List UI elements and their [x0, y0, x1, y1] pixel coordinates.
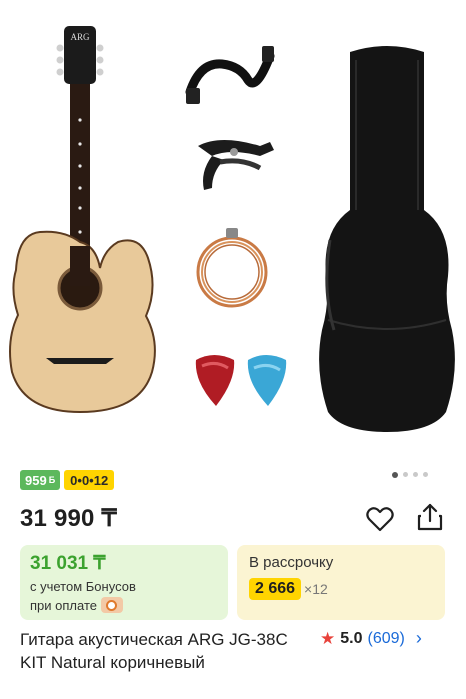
bonus-icon: Б	[48, 475, 56, 485]
gallery-dot[interactable]	[423, 472, 428, 477]
installment-months: ×12	[304, 581, 328, 597]
strings-image	[196, 228, 268, 308]
gallery-dot[interactable]	[403, 472, 408, 477]
product-title: Гитара акустическая ARG JG-38C KIT Natur…	[20, 630, 288, 672]
gallery-dot[interactable]	[413, 472, 418, 477]
bonus-badge-amount: 959	[25, 472, 47, 488]
product-price: 31 990 ₸	[20, 505, 117, 532]
kaspi-icon	[100, 597, 123, 613]
installment-monthly: 2 666	[249, 578, 302, 600]
bonus-price-card[interactable]: 31 031 ₸ с учетом Бонусов при оплате	[20, 545, 228, 620]
promo-badges: 959 Б 0•0•12	[20, 470, 115, 490]
heart-icon[interactable]	[366, 506, 394, 532]
bonus-price-note: с учетом Бонусов	[30, 579, 136, 594]
strap-image	[185, 46, 275, 104]
picks-image	[195, 355, 287, 406]
bonus-price-amount: 31 031 ₸	[30, 553, 106, 574]
installment-title: В рассрочку	[249, 554, 334, 571]
capo-image	[198, 140, 274, 190]
rating-score: 5.0	[340, 629, 363, 647]
guitar-image: ARG	[9, 26, 156, 414]
installment-row: 2 666 ×12	[249, 578, 433, 600]
gig-bag-image	[319, 46, 455, 432]
gallery-dot-active[interactable]	[392, 471, 398, 478]
guitar-logo: ARG	[70, 32, 90, 42]
gallery-pagination[interactable]	[392, 471, 428, 478]
rating-link[interactable]: ★ 5.0 (609) ›	[320, 628, 422, 649]
product-image-gallery[interactable]: ARG	[0, 0, 466, 462]
chevron-right-icon[interactable]: ›	[416, 628, 422, 649]
star-icon: ★	[320, 628, 336, 648]
review-count[interactable]: (609)	[368, 630, 405, 648]
bonus-payment-label: при оплате	[30, 597, 97, 613]
installment-card[interactable]: В рассрочку 2 666 ×12	[237, 545, 445, 620]
bonus-badge: 959 Б	[20, 470, 61, 490]
installment-badge: 0•0•12	[64, 470, 115, 490]
share-icon[interactable]	[416, 502, 444, 532]
bonus-payment-row: при оплате	[30, 597, 218, 613]
